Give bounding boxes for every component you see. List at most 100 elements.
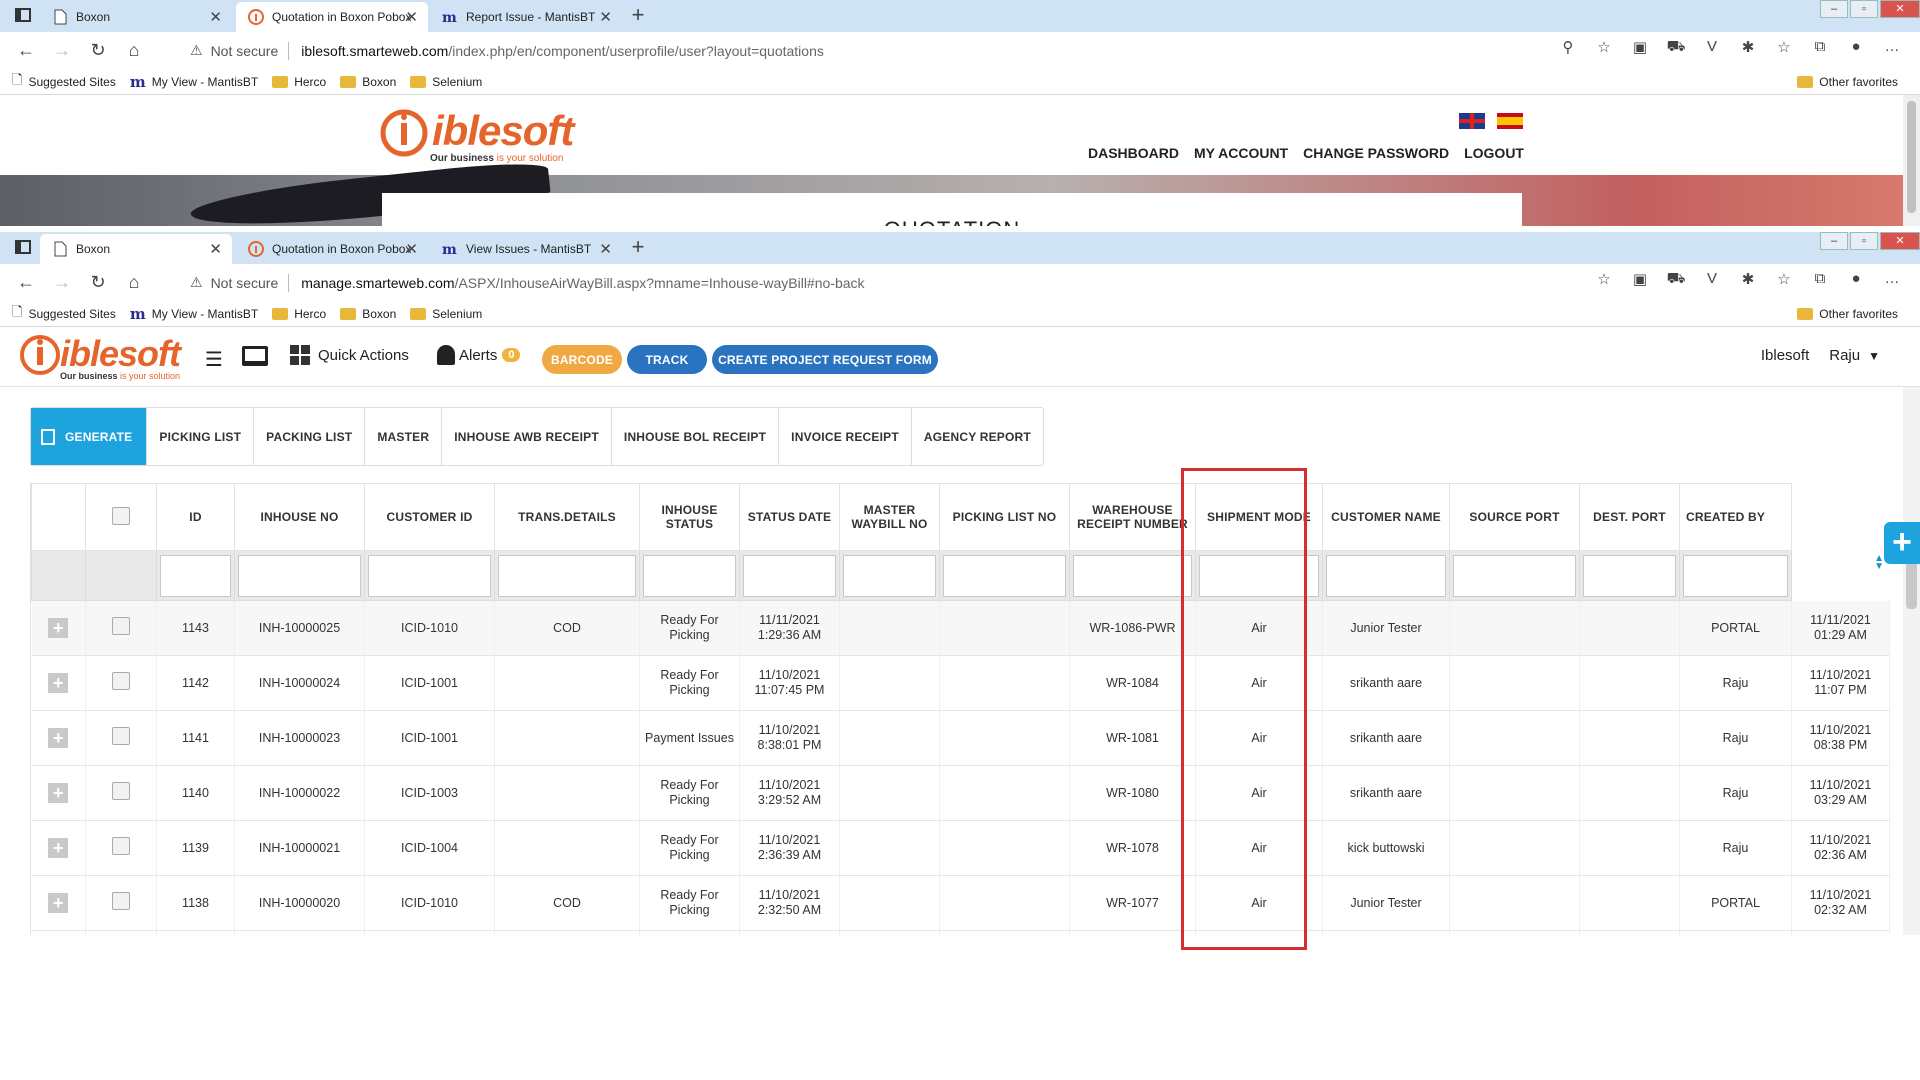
close-window-button[interactable]: ✕ (1880, 0, 1920, 18)
table-row[interactable]: +1138 INH-10000020 ICID-1010 COD Ready For P… (31, 875, 1890, 931)
tab-agency-report[interactable]: AGENCY REPORT (912, 408, 1043, 465)
row-checkbox[interactable] (112, 782, 130, 800)
cell-inhouse-no[interactable]: INH-10000019 (234, 930, 365, 935)
filter-input[interactable] (1683, 554, 1788, 597)
browser-tab[interactable]: m View Issues - MantisBT ✕ (430, 234, 622, 264)
forward-icon[interactable]: → (44, 272, 80, 293)
table-row[interactable]: +1139 INH-10000021 ICID-1004 Ready For Pick… (31, 820, 1890, 876)
expand-plus-icon[interactable]: + (48, 728, 69, 748)
back-icon[interactable]: ← (8, 40, 44, 61)
fav-folder-herco[interactable]: Herco (272, 75, 326, 89)
cell-inhouse-no[interactable]: INH-10000023 (234, 710, 365, 766)
url-field[interactable]: ⚠ Not secure iblesoft.smarteweb.com/inde… (190, 36, 1510, 65)
window-menu-icon[interactable] (14, 6, 34, 26)
filter-input[interactable] (743, 554, 836, 597)
filter-input[interactable] (238, 554, 361, 597)
close-tab-icon[interactable]: ✕ (599, 8, 612, 26)
tab-picking-list[interactable]: PICKING LIST (147, 408, 255, 465)
avatar[interactable]: ● (1838, 38, 1874, 57)
expand-plus-icon[interactable]: + (48, 673, 69, 693)
cell-inhouse-no[interactable]: INH-10000020 (234, 875, 365, 931)
monitor-icon[interactable] (242, 346, 268, 366)
minimize-button[interactable]: – (1820, 232, 1848, 250)
url-field[interactable]: ⚠ Not secure manage.smarteweb.com/ASPX/I… (190, 268, 1510, 297)
filter-input[interactable] (1326, 554, 1446, 597)
cell-inhouse-no[interactable]: INH-10000024 (234, 655, 365, 711)
browser-tab[interactable]: Boxon ✕ (40, 2, 232, 32)
forward-icon[interactable]: → (44, 40, 80, 61)
table-row[interactable]: +1140 INH-10000022 ICID-1003 Ready For Pick… (31, 765, 1890, 821)
create-project-request-button[interactable]: CREATE PROJECT REQUEST FORM (712, 345, 938, 374)
expand-plus-icon[interactable]: + (48, 783, 69, 803)
filter-input[interactable] (1073, 554, 1192, 597)
fav-suggested-sites[interactable]: 🗋 Suggested Sites (12, 303, 116, 325)
fav-folder-boxon[interactable]: Boxon (340, 307, 396, 321)
extension-cart-icon[interactable]: ⛟ (1658, 38, 1694, 57)
english-flag-icon[interactable] (1459, 113, 1485, 129)
row-checkbox[interactable] (112, 837, 130, 855)
spanish-flag-icon[interactable] (1497, 113, 1523, 129)
page-scrollbar[interactable] (1903, 387, 1920, 935)
minimize-button[interactable]: – (1820, 0, 1848, 18)
tab-master[interactable]: MASTER (365, 408, 443, 465)
close-window-button[interactable]: ✕ (1880, 232, 1920, 250)
fav-mantis[interactable]: m My View - MantisBT (130, 305, 258, 323)
new-tab-button[interactable]: + (624, 4, 652, 28)
table-row[interactable]: +1141 INH-10000023 ICID-1001 Payment Issues… (31, 710, 1890, 766)
browser-tab-active[interactable]: Quotation in Boxon Pobox Softw ✕ (236, 2, 428, 32)
filter-input[interactable] (498, 554, 636, 597)
favorite-star-icon[interactable]: ☆ (1586, 270, 1622, 289)
extension-cart-icon[interactable]: ⛟ (1658, 270, 1694, 289)
col-header[interactable]: DEST. PORT (1579, 483, 1680, 551)
filter-input[interactable] (1199, 554, 1319, 597)
tab-packing-list[interactable]: PACKING LIST (254, 408, 366, 465)
col-header[interactable]: INHOUSE STATUS (639, 483, 740, 551)
nav-logout[interactable]: LOGOUT (1464, 145, 1524, 161)
filter-input[interactable] (1453, 554, 1576, 597)
favorite-star-icon[interactable]: ☆ (1586, 38, 1622, 57)
table-row[interactable]: +1142 INH-10000024 ICID-1001 Ready For Pick… (31, 655, 1890, 711)
other-favorites[interactable]: Other favorites (1797, 307, 1898, 321)
sort-arrows-icon[interactable]: ▲ ▼ (1874, 554, 1884, 572)
filter-input[interactable] (1583, 554, 1676, 597)
new-tab-button[interactable]: + (624, 236, 652, 260)
expand-plus-icon[interactable]: + (48, 618, 69, 638)
col-header[interactable]: PICKING LIST NO (939, 483, 1070, 551)
fav-suggested-sites[interactable]: 🗋 Suggested Sites (12, 71, 116, 93)
row-checkbox[interactable] (112, 892, 130, 910)
maximize-button[interactable]: ▫ (1850, 232, 1878, 250)
window-menu-icon[interactable] (14, 238, 34, 258)
fav-folder-selenium[interactable]: Selenium (410, 75, 482, 89)
row-checkbox[interactable] (112, 672, 130, 690)
filter-input[interactable] (368, 554, 491, 597)
favorites-icon[interactable]: ☆ (1766, 38, 1802, 57)
filter-input[interactable] (160, 554, 231, 597)
col-header[interactable]: SHIPMENT MODE (1195, 483, 1323, 551)
extension-v-icon[interactable]: V (1694, 38, 1730, 57)
alerts-button[interactable]: Alerts 0 (437, 345, 521, 365)
tab-inhouse-bol-receipt[interactable]: INHOUSE BOL RECEIPT (612, 408, 780, 465)
avatar[interactable]: ● (1838, 270, 1874, 289)
col-header[interactable]: CUSTOMER ID (364, 483, 495, 551)
close-tab-icon[interactable]: ✕ (599, 240, 612, 258)
cell-inhouse-no[interactable]: INH-10000021 (234, 820, 365, 876)
collections-icon[interactable]: ⧉ (1802, 270, 1838, 289)
tab-inhouse-awb-receipt[interactable]: INHOUSE AWB RECEIPT (442, 408, 612, 465)
home-icon[interactable]: ⌂ (116, 272, 152, 293)
col-header[interactable]: SOURCE PORT (1449, 483, 1580, 551)
browser-tab[interactable]: Quotation in Boxon Pobox Softw ✕ (236, 234, 428, 264)
browser-tab-active[interactable]: Boxon ✕ (40, 234, 232, 264)
favorites-icon[interactable]: ☆ (1766, 270, 1802, 289)
col-header[interactable]: CREATED BY (1679, 483, 1792, 551)
tab-generate[interactable]: GENERATE (31, 408, 148, 465)
col-header[interactable]: ID (156, 483, 235, 551)
hamburger-menu-icon[interactable]: ☰ (205, 347, 223, 372)
back-icon[interactable]: ← (8, 272, 44, 293)
extension-se-icon[interactable]: ▣ (1622, 270, 1658, 289)
extension-v-icon[interactable]: V (1694, 270, 1730, 289)
col-header[interactable]: TRANS.DETAILS (494, 483, 640, 551)
browser-tab[interactable]: m Report Issue - MantisBT ✕ (430, 2, 622, 32)
page-scrollbar[interactable] (1903, 95, 1920, 226)
scroll-thumb[interactable] (1907, 101, 1916, 213)
table-row[interactable]: +1137INH-10000019ICID-1010 Ready For Pick… (31, 930, 1890, 935)
